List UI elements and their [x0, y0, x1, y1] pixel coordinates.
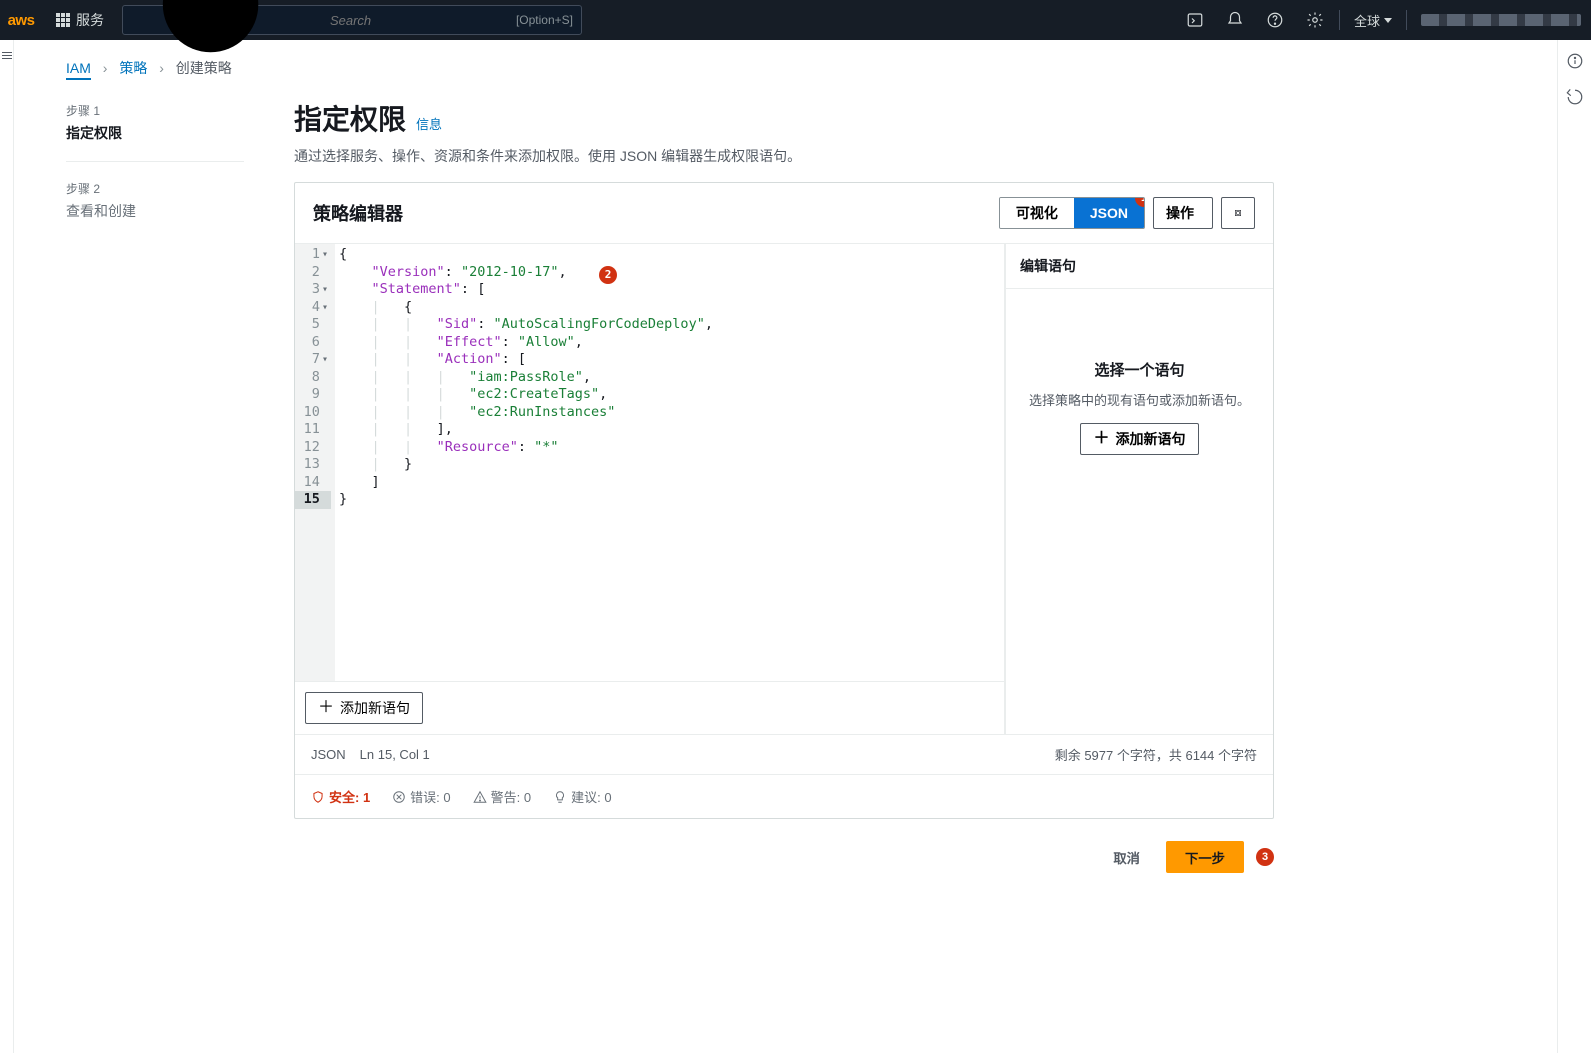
right-rail	[1557, 40, 1591, 1053]
fullscreen-button[interactable]	[1221, 197, 1255, 229]
search-input[interactable]	[330, 13, 508, 28]
actions-dropdown[interactable]: 操作	[1153, 197, 1213, 229]
caret-down-icon	[1384, 18, 1392, 23]
lint-warnings[interactable]: 警告: 0	[473, 787, 531, 806]
statement-empty-title: 选择一个语句	[1020, 359, 1259, 380]
global-search[interactable]: [Option+S]	[122, 5, 582, 35]
statement-sidebar-header: 编辑语句	[1006, 244, 1273, 289]
callout-badge-3: 3	[1256, 848, 1274, 866]
breadcrumb-policies[interactable]: 策略	[119, 60, 147, 76]
panel-title: 策略编辑器	[313, 200, 999, 226]
json-mode-button[interactable]: JSON	[1074, 198, 1144, 228]
breadcrumb: IAM › 策略 › 创建策略	[14, 40, 1557, 78]
editor-statusbar: JSON Ln 15, Col 1 剩余 5977 个字符，共 6144 个字符	[295, 734, 1273, 774]
settings-button[interactable]	[1295, 0, 1335, 40]
add-statement-button-side[interactable]: ＋添加新语句	[1080, 423, 1198, 455]
grid-icon	[56, 13, 70, 27]
chevron-right-icon: ›	[103, 60, 108, 76]
status-lang: JSON	[311, 747, 346, 762]
visual-mode-button[interactable]: 可视化	[1000, 198, 1074, 228]
aws-logo: aws	[0, 12, 42, 29]
services-menu[interactable]: 服务	[42, 0, 118, 40]
lint-errors[interactable]: 错误: 0	[392, 787, 450, 806]
wizard-step-1[interactable]: 步骤 1 指定权限	[66, 98, 244, 162]
callout-badge-2: 2	[599, 266, 617, 284]
status-chars: 剩余 5977 个字符，共 6144 个字符	[1055, 745, 1257, 764]
info-icon[interactable]	[1566, 52, 1584, 70]
page-subtitle: 通过选择服务、操作、资源和条件来添加权限。使用 JSON 编辑器生成权限语句。	[294, 146, 1274, 166]
global-nav: aws 服务 [Option+S] 全球	[0, 0, 1591, 40]
help-button[interactable]	[1255, 0, 1295, 40]
breadcrumb-current: 创建策略	[176, 60, 232, 76]
chevron-right-icon: ›	[159, 60, 164, 76]
account-menu[interactable]	[1421, 14, 1581, 26]
region-selector[interactable]: 全球	[1344, 11, 1402, 30]
editor-mode-toggle: 可视化 JSON 1	[999, 197, 1145, 229]
services-label: 服务	[76, 10, 104, 30]
statement-sidebar: 编辑语句 选择一个语句 选择策略中的现有语句或添加新语句。 ＋添加新语句	[1005, 244, 1273, 734]
hamburger-icon	[2, 50, 12, 61]
lint-bar: 安全: 1 错误: 0 警告: 0 建议: 0	[295, 774, 1273, 818]
add-statement-button-bottom[interactable]: ＋添加新语句	[305, 692, 423, 724]
wizard-steps: 步骤 1 指定权限 步骤 2 查看和创建	[66, 98, 244, 873]
breadcrumb-iam[interactable]: IAM	[66, 60, 91, 80]
cloudshell-button[interactable]	[1175, 0, 1215, 40]
page-title: 指定权限	[294, 98, 406, 138]
refresh-icon[interactable]	[1566, 88, 1584, 106]
json-editor[interactable]: 1▾ 2 3▾ 4▾ 5 6 7▾ 8 9 10 11 12 13 14 15 …	[295, 244, 1004, 681]
lint-suggestions[interactable]: 建议: 0	[553, 787, 611, 806]
lint-security[interactable]: 安全: 1	[311, 787, 370, 806]
wizard-footer: 取消 下一步 3	[294, 841, 1274, 873]
left-rail-collapsed[interactable]	[0, 40, 14, 1053]
line-gutter: 1▾ 2 3▾ 4▾ 5 6 7▾ 8 9 10 11 12 13 14 15	[295, 244, 335, 681]
code-content[interactable]: 2{ "Version": "2012-10-17", "Statement":…	[335, 244, 1004, 681]
wizard-step-2[interactable]: 步骤 2 查看和创建	[66, 176, 244, 239]
notifications-button[interactable]	[1215, 0, 1255, 40]
cancel-button[interactable]: 取消	[1099, 841, 1154, 873]
search-shortcut: [Option+S]	[516, 13, 573, 27]
statement-empty-desc: 选择策略中的现有语句或添加新语句。	[1020, 390, 1259, 409]
policy-editor-panel: 策略编辑器 可视化 JSON 1 操作 1▾ 2 3▾ 4▾ 5 6 7	[294, 182, 1274, 819]
status-cursor: Ln 15, Col 1	[360, 747, 430, 762]
info-link[interactable]: 信息	[416, 114, 442, 133]
next-button[interactable]: 下一步	[1166, 841, 1244, 873]
